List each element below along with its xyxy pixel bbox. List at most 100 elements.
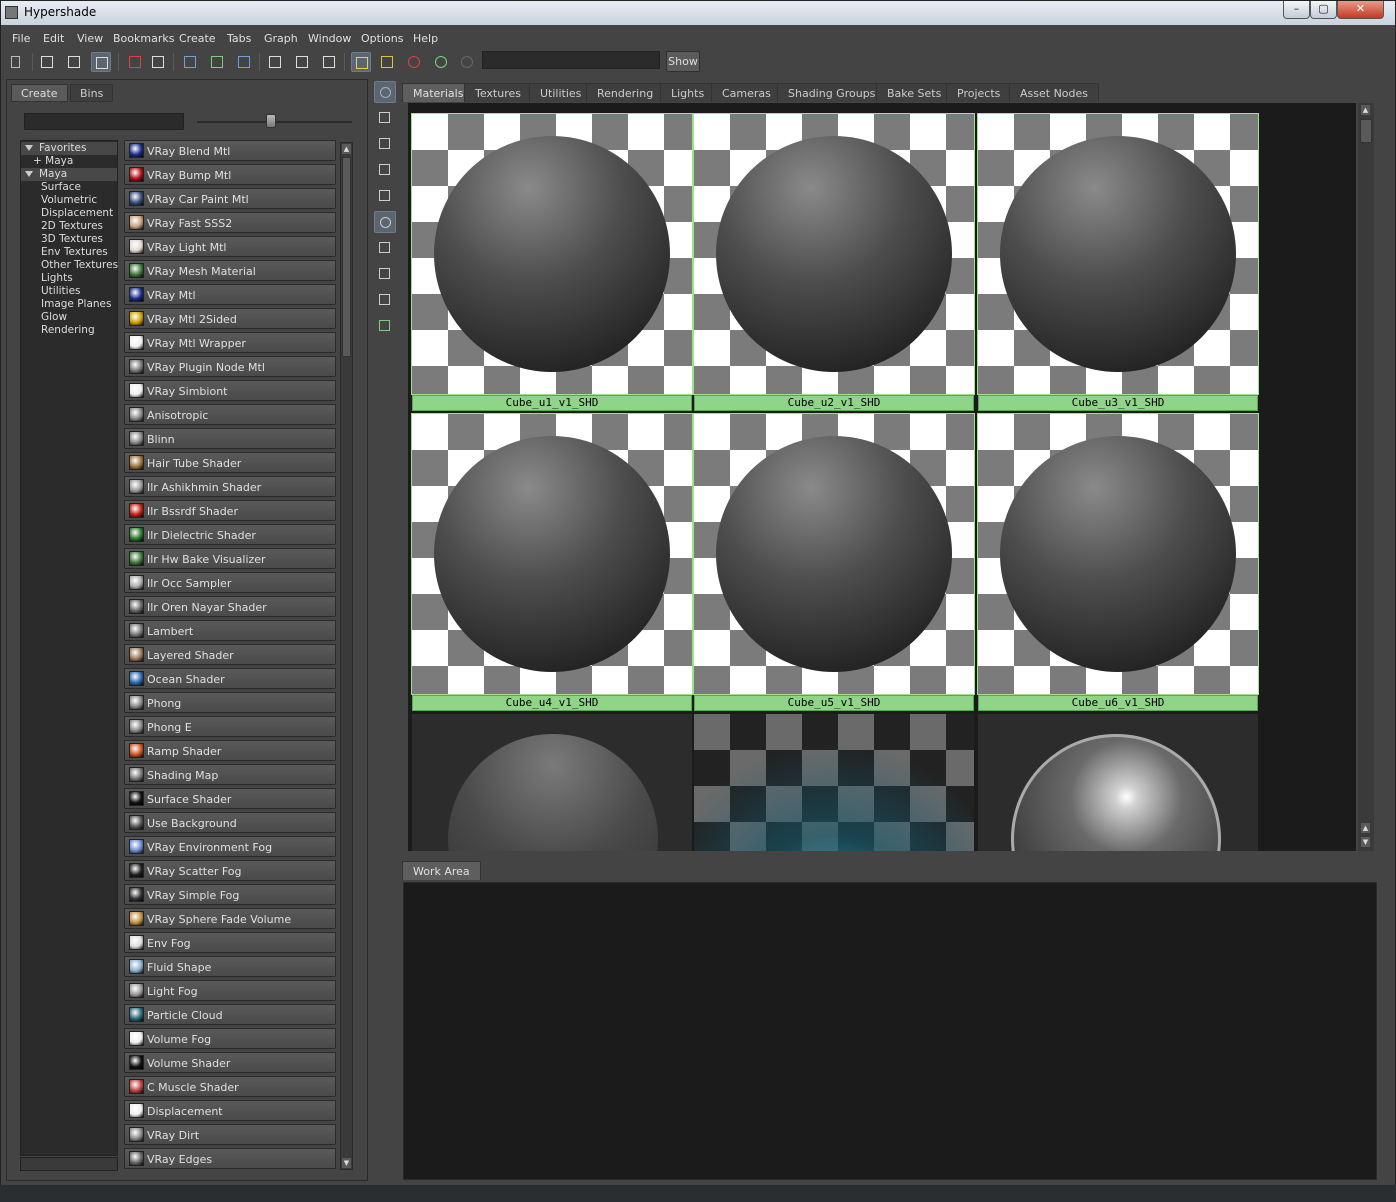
title-bar[interactable]: Hypershade – ▢ ✕ [1, 1, 1395, 25]
node-button[interactable]: Ilr Ashikhmin Shader [124, 476, 336, 497]
toggle-panel-button[interactable] [7, 52, 27, 72]
node-button[interactable]: Ilr Oren Nayar Shader [124, 596, 336, 617]
tab-shading-groups[interactable]: Shading Groups [777, 83, 887, 102]
tree-item[interactable]: Surface [21, 181, 117, 194]
work-area-canvas[interactable] [403, 882, 1377, 1180]
sort-by-name-button[interactable] [374, 237, 396, 259]
material-swatch[interactable]: Cube_u4_v1_SHD [411, 413, 693, 712]
view-as-list-button[interactable] [374, 107, 396, 129]
layout-bottom-button[interactable] [64, 52, 84, 72]
menu-file[interactable]: File [12, 32, 30, 45]
input-connections-button[interactable] [265, 52, 285, 72]
collapse-button[interactable] [377, 52, 397, 72]
swatch-scrollbar[interactable]: ▲ ▲ ▼ [1358, 103, 1374, 851]
tab-rendering[interactable]: Rendering [586, 83, 665, 102]
show-work-area-button[interactable] [351, 52, 371, 72]
tab-cameras[interactable]: Cameras [711, 83, 782, 102]
xlarge-icons-button[interactable] [374, 211, 396, 233]
tab-projects[interactable]: Projects [946, 83, 1012, 102]
layout-top-button[interactable] [37, 52, 57, 72]
tree-horizontal-scrollbar[interactable] [20, 1157, 118, 1171]
show-button[interactable]: Show [666, 51, 700, 72]
tree-item[interactable]: Rendering [21, 324, 117, 337]
sort-by-time-button[interactable] [374, 289, 396, 311]
scroll-down-arrow[interactable]: ▼ [1361, 837, 1370, 847]
tree-item[interactable]: Displacement [21, 207, 117, 220]
tree-item[interactable]: Glow [21, 311, 117, 324]
node-button[interactable]: Particle Cloud [124, 1004, 336, 1025]
graph-input-button[interactable] [125, 52, 145, 72]
node-button[interactable]: VRay Blend Mtl [124, 140, 336, 161]
sort-by-type-button[interactable] [374, 263, 396, 285]
tree-item[interactable]: Volumetric [21, 194, 117, 207]
node-button[interactable]: Lambert [124, 620, 336, 641]
graph-output-button[interactable] [148, 52, 168, 72]
node-button[interactable]: Phong [124, 692, 336, 713]
node-button[interactable]: VRay Sphere Fade Volume [124, 908, 336, 929]
large-icons-button[interactable] [374, 185, 396, 207]
tree-item[interactable]: 2D Textures [21, 220, 117, 233]
node-button[interactable]: VRay Car Paint Mtl [124, 188, 336, 209]
tree-item[interactable]: Lights [21, 272, 117, 285]
node-list-scrollbar[interactable]: ▲ ▼ [340, 142, 353, 1170]
material-swatch[interactable]: Cube_u5_v1_SHD [693, 413, 975, 712]
menu-create[interactable]: Create [179, 32, 216, 45]
tab-utilities[interactable]: Utilities [529, 83, 593, 102]
node-button[interactable]: VRay Environment Fog [124, 836, 336, 857]
ipr-render-button[interactable] [431, 52, 451, 72]
node-button[interactable]: Displacement [124, 1100, 336, 1121]
scroll-up-arrow-lower[interactable]: ▲ [1361, 823, 1370, 833]
material-swatch[interactable]: Cube_u3_v1_SHD [977, 113, 1259, 412]
menu-window[interactable]: Window [308, 32, 351, 45]
disabled-tool-button[interactable] [457, 52, 477, 72]
menu-help[interactable]: Help [413, 32, 438, 45]
node-button[interactable]: VRay Simple Fog [124, 884, 336, 905]
node-button[interactable]: Fluid Shape [124, 956, 336, 977]
material-swatch[interactable] [694, 714, 974, 851]
node-button[interactable]: VRay Mtl [124, 284, 336, 305]
node-button[interactable]: Ilr Hw Bake Visualizer [124, 548, 336, 569]
material-swatch[interactable] [412, 714, 692, 851]
node-button[interactable]: Surface Shader [124, 788, 336, 809]
tree-item[interactable]: 3D Textures [21, 233, 117, 246]
render-view-button[interactable] [404, 52, 424, 72]
material-swatch[interactable] [978, 714, 1258, 851]
node-button[interactable]: VRay Plugin Node Mtl [124, 356, 336, 377]
icon-size-slider-handle[interactable] [266, 114, 276, 128]
node-button[interactable]: Light Fog [124, 980, 336, 1001]
menu-tabs[interactable]: Tabs [227, 32, 251, 45]
scroll-up-arrow[interactable]: ▲ [1361, 105, 1370, 115]
medium-icons-button[interactable] [374, 159, 396, 181]
node-button[interactable]: Phong E [124, 716, 336, 737]
layout-split-button[interactable] [91, 52, 111, 72]
node-button[interactable]: VRay Fast SSS2 [124, 212, 336, 233]
node-button[interactable]: VRay Dirt [124, 1124, 336, 1145]
node-button[interactable]: Ocean Shader [124, 668, 336, 689]
menu-edit[interactable]: Edit [43, 32, 64, 45]
tree-item[interactable]: Utilities [21, 285, 117, 298]
scroll-up-arrow[interactable]: ▲ [342, 144, 351, 154]
tree-item[interactable]: + Maya [21, 155, 117, 168]
material-swatch[interactable]: Cube_u2_v1_SHD [693, 113, 975, 412]
node-button[interactable]: VRay Mtl 2Sided [124, 308, 336, 329]
menu-options[interactable]: Options [361, 32, 403, 45]
node-button[interactable]: Volume Fog [124, 1028, 336, 1049]
node-button[interactable]: VRay Edges [124, 1148, 336, 1169]
material-swatch[interactable]: Cube_u1_v1_SHD [411, 113, 693, 412]
tree-item[interactable]: Maya [21, 168, 117, 181]
output-connections-button[interactable] [319, 52, 339, 72]
small-icons-button[interactable] [374, 133, 396, 155]
node-button[interactable]: VRay Light Mtl [124, 236, 336, 257]
node-button[interactable]: Hair Tube Shader [124, 452, 336, 473]
node-button[interactable]: Ilr Occ Sampler [124, 572, 336, 593]
tree-item[interactable]: Env Textures [21, 246, 117, 259]
scroll-thumb[interactable] [342, 157, 351, 357]
node-button[interactable]: Layered Shader [124, 644, 336, 665]
tab-bake-sets[interactable]: Bake Sets [876, 83, 953, 102]
tree-item[interactable]: Other Textures [21, 259, 118, 272]
node-button[interactable]: VRay Scatter Fog [124, 860, 336, 881]
node-button[interactable]: VRay Simbiont [124, 380, 336, 401]
node-filter-input[interactable] [24, 113, 184, 130]
tab-work-area[interactable]: Work Area [402, 861, 481, 880]
io-connections-button[interactable] [292, 52, 312, 72]
